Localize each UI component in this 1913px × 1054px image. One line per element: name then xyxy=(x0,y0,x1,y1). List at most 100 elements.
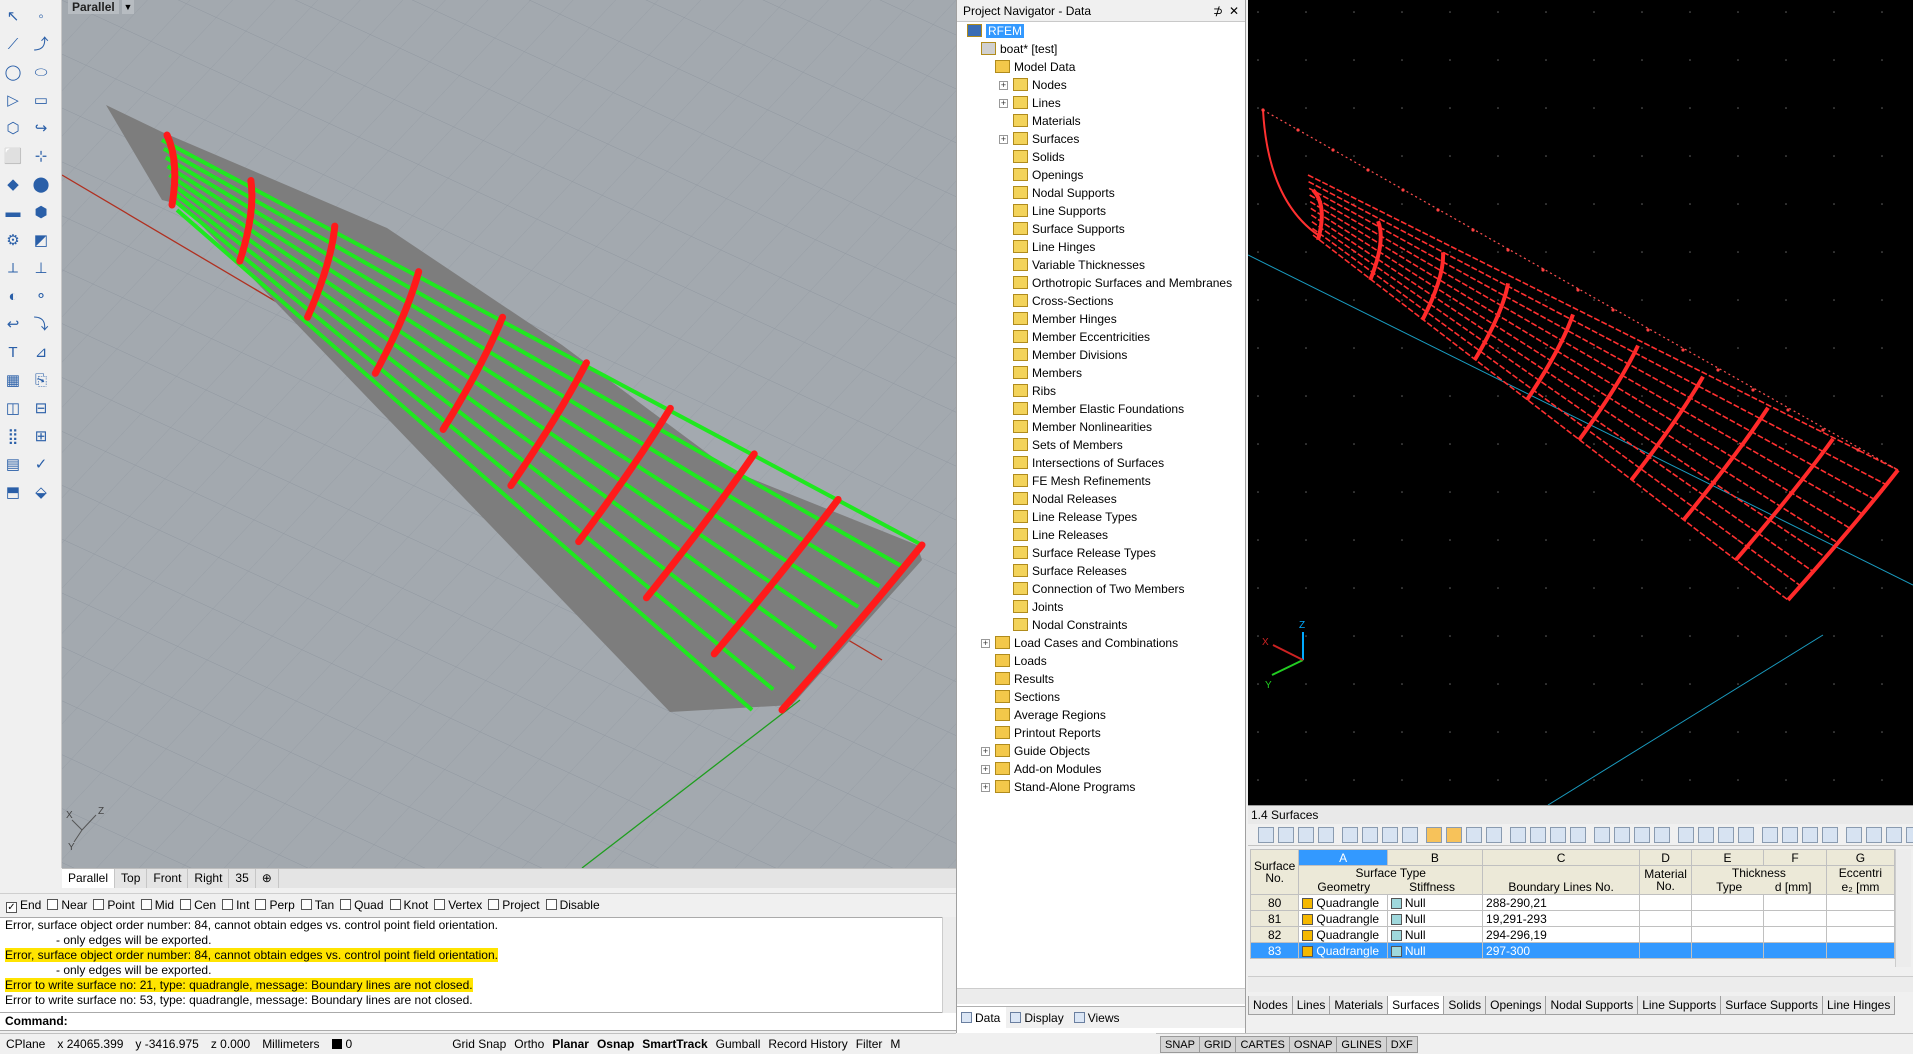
checkbox[interactable] xyxy=(140,899,152,910)
blend-icon[interactable]: ◐ xyxy=(2,286,24,308)
cell-thickness-type[interactable] xyxy=(1690,926,1765,943)
rhino-viewport[interactable]: Z X Y Parallel ▼ xyxy=(62,0,956,868)
expand-icon[interactable]: + xyxy=(999,99,1008,108)
table-tool-icon[interactable] xyxy=(1446,827,1462,843)
tree-hscrollbar[interactable] xyxy=(957,988,1245,1004)
table-tool-icon[interactable] xyxy=(1258,827,1274,843)
tree-item[interactable]: Variable Thicknesses xyxy=(1013,256,1145,274)
osnap-int[interactable]: Int xyxy=(222,894,249,916)
extrude-icon[interactable]: ▬ xyxy=(2,202,24,224)
osnap-project[interactable]: Project xyxy=(488,894,540,916)
cell-material[interactable] xyxy=(1639,942,1692,959)
status-toggle[interactable]: M xyxy=(886,1034,904,1054)
array-icon[interactable]: ▦ xyxy=(2,370,24,392)
nav-tab-views[interactable]: Views xyxy=(1070,1007,1126,1029)
table-tab[interactable]: Openings xyxy=(1485,996,1547,1015)
checkbox[interactable] xyxy=(389,899,401,910)
expand-icon[interactable]: + xyxy=(981,639,990,648)
table-tool-icon[interactable] xyxy=(1342,827,1358,843)
tree-item[interactable]: Ribs xyxy=(1013,382,1056,400)
table-vscrollbar[interactable] xyxy=(1895,849,1911,967)
cell-eccentricity[interactable] xyxy=(1825,894,1895,911)
fillet-icon[interactable]: ◩ xyxy=(30,230,52,252)
table-tool-icon[interactable] xyxy=(1906,827,1913,843)
table-tab[interactable]: Lines xyxy=(1291,996,1331,1015)
cell-material[interactable] xyxy=(1639,894,1692,911)
tree-item[interactable]: Members xyxy=(1013,364,1082,382)
circle-icon[interactable]: ◯ xyxy=(2,62,24,84)
table-tool-icon[interactable] xyxy=(1762,827,1778,843)
col-letter-g[interactable]: G xyxy=(1825,849,1895,866)
tree-item[interactable]: Openings xyxy=(1013,166,1083,184)
status-toggle[interactable]: Record History xyxy=(764,1034,851,1054)
cell-eccentricity[interactable] xyxy=(1825,926,1895,943)
expand-icon[interactable]: + xyxy=(981,747,990,756)
tree-item[interactable]: Joints xyxy=(1013,598,1063,616)
tree-item[interactable]: Member Hinges xyxy=(1013,310,1117,328)
checkbox[interactable] xyxy=(180,899,192,910)
tree-item[interactable]: Member Nonlinearities xyxy=(1013,418,1152,436)
cell-geometry[interactable]: Quadrangle xyxy=(1298,926,1388,943)
tree-item[interactable]: Line Release Types xyxy=(1013,508,1137,526)
col-letter-e[interactable]: E xyxy=(1690,849,1765,866)
history-scrollbar[interactable] xyxy=(942,917,956,1013)
tree-item[interactable]: + Surfaces xyxy=(999,130,1079,148)
tree-top-item[interactable]: + Guide Objects xyxy=(981,742,1090,760)
table-tool-icon[interactable] xyxy=(1402,827,1418,843)
table-tab[interactable]: Surfaces xyxy=(1387,996,1445,1015)
cell-geometry[interactable]: Quadrangle xyxy=(1298,894,1388,911)
status-layer[interactable]: 0 xyxy=(326,1034,359,1054)
cell-surface-no[interactable]: 80 xyxy=(1250,894,1300,911)
status-cplane[interactable]: CPlane xyxy=(0,1034,51,1054)
viewport-canvas[interactable]: Z X Y xyxy=(62,0,956,868)
table-tab[interactable]: Nodal Supports xyxy=(1545,996,1639,1015)
cell-thickness-type[interactable] xyxy=(1690,910,1765,927)
layout-icon[interactable]: ◫ xyxy=(2,398,24,420)
arc-icon[interactable]: ↪ xyxy=(30,118,52,140)
checkbox[interactable] xyxy=(300,899,312,910)
table-tool-icon[interactable] xyxy=(1510,827,1526,843)
select-icon[interactable]: ↖ xyxy=(2,6,24,28)
split-icon[interactable]: ⊥ xyxy=(30,258,52,280)
command-line[interactable]: Command: xyxy=(0,1013,956,1031)
tree-item[interactable]: Materials xyxy=(1013,112,1081,130)
cell-stiffness[interactable]: Null xyxy=(1386,894,1484,911)
table-tool-icon[interactable] xyxy=(1698,827,1714,843)
table-tool-icon[interactable] xyxy=(1718,827,1734,843)
table-tab[interactable]: Line Hinges xyxy=(1821,996,1896,1015)
gear-icon[interactable]: ⚙ xyxy=(2,230,24,252)
tree-item[interactable]: Surface Releases xyxy=(1013,562,1127,580)
rfem-status-dxf[interactable]: DXF xyxy=(1385,1036,1418,1053)
cell-stiffness[interactable]: Null xyxy=(1386,942,1484,959)
status-toggle[interactable]: Osnap xyxy=(593,1034,638,1054)
cell-eccentricity[interactable] xyxy=(1825,942,1895,959)
dimension-icon[interactable]: ⊿ xyxy=(30,342,52,364)
tree-top-item[interactable]: + Stand-Alone Programs xyxy=(981,778,1135,796)
viewport-menu-arrow-icon[interactable]: ▼ xyxy=(122,0,134,14)
table-tool-icon[interactable] xyxy=(1278,827,1294,843)
cell-boundary-lines[interactable]: 294-296,19 xyxy=(1482,926,1641,943)
tree-top-item[interactable]: Average Regions xyxy=(995,706,1106,724)
rfem-canvas[interactable]: Z X Y xyxy=(1248,0,1913,805)
line-icon[interactable]: ⟋ xyxy=(2,34,24,56)
rfem-status-glines[interactable]: GLINES xyxy=(1336,1036,1387,1053)
tree-item[interactable]: Intersections of Surfaces xyxy=(1013,454,1164,472)
rfem-3d-view[interactable]: Z X Y xyxy=(1248,0,1913,805)
checkbox[interactable] xyxy=(340,899,352,910)
tree-top-item[interactable]: Results xyxy=(995,670,1054,688)
undo-icon[interactable]: ↩ xyxy=(2,314,24,336)
tree-item[interactable]: Cross-Sections xyxy=(1013,292,1113,310)
tree-item[interactable]: Member Elastic Foundations xyxy=(1013,400,1184,418)
checkbox[interactable] xyxy=(255,899,267,910)
table-tab[interactable]: Materials xyxy=(1329,996,1389,1015)
status-toggle[interactable]: Grid Snap xyxy=(448,1034,510,1054)
tree-item[interactable]: + Lines xyxy=(999,94,1061,112)
checkbox[interactable] xyxy=(434,899,446,910)
table-tool-icon[interactable] xyxy=(1678,827,1694,843)
table-tool-icon[interactable] xyxy=(1654,827,1670,843)
tree-item[interactable]: Member Divisions xyxy=(1013,346,1127,364)
grid-icon[interactable]: ⣿ xyxy=(2,426,24,448)
cell-eccentricity[interactable] xyxy=(1825,910,1895,927)
tree-item[interactable]: Member Eccentricities xyxy=(1013,328,1150,346)
solid-icon[interactable]: ◆ xyxy=(2,174,24,196)
